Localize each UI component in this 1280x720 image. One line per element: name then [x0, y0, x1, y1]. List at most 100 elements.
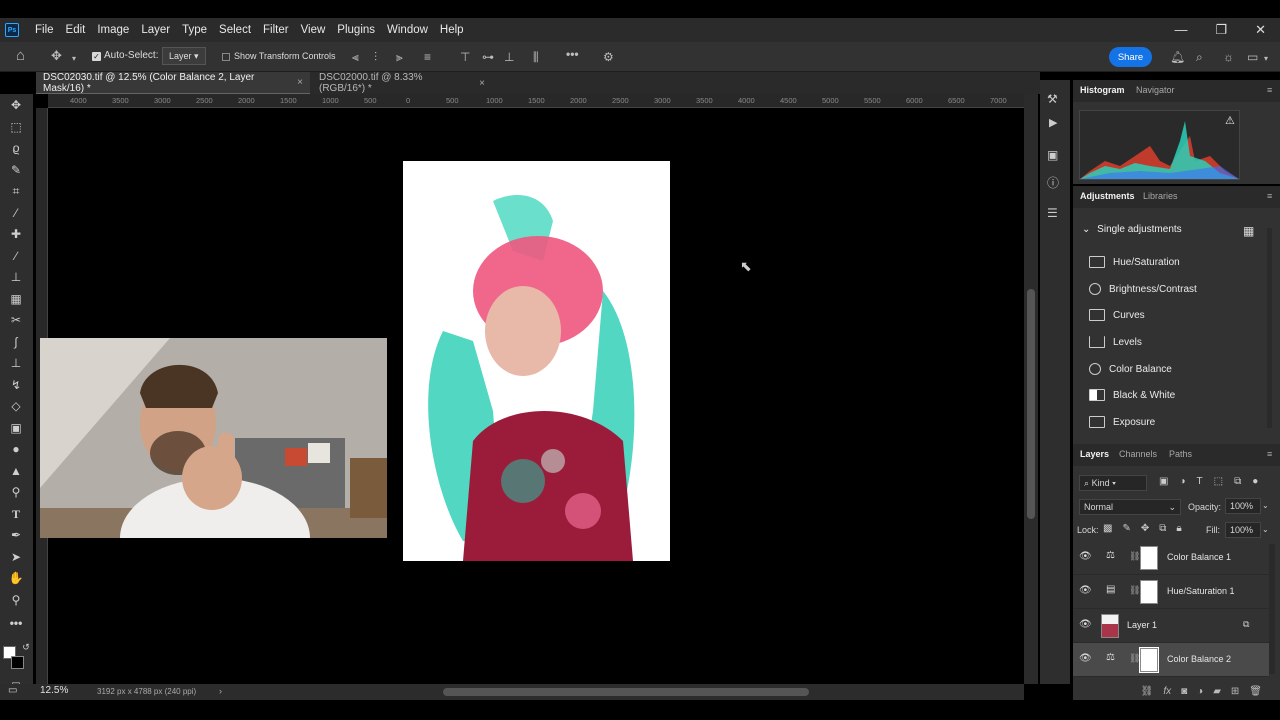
tab-layers[interactable]: Layers	[1080, 449, 1109, 459]
tab-libraries[interactable]: Libraries	[1143, 191, 1178, 201]
adj-brightness-contrast[interactable]: Brightness/Contrast	[1089, 279, 1197, 299]
history-icon[interactable]: ⚒	[1047, 92, 1058, 106]
auto-select-target-dropdown[interactable]: Layer ▾	[162, 47, 206, 65]
remove-tool-icon[interactable]: ✂	[7, 311, 25, 329]
hand-tool-icon[interactable]: ✋	[7, 569, 25, 587]
visibility-eye-icon[interactable]: 👁︎	[1079, 551, 1092, 563]
menu-file[interactable]: File	[29, 24, 60, 36]
actions-play-icon[interactable]: ▶	[1049, 116, 1057, 129]
home-icon[interactable]: ⌂	[16, 47, 25, 64]
new-group-icon[interactable]: ▰	[1213, 686, 1221, 697]
layer-row[interactable]: 👁︎ ⚖ ⛓ Color Balance 2	[1073, 643, 1269, 677]
quick-select-tool-icon[interactable]: ✎	[7, 161, 25, 179]
tab-navigator[interactable]: Navigator	[1136, 85, 1175, 95]
warning-icon[interactable]: ⚠	[1225, 114, 1235, 127]
scroll-thumb[interactable]	[1027, 289, 1035, 519]
type-tool-icon[interactable]: T	[7, 505, 25, 523]
new-layer-icon[interactable]: ⊞	[1231, 686, 1239, 697]
grid-view-icon[interactable]: ▦	[1243, 224, 1254, 238]
tab-histogram[interactable]: Histogram	[1080, 85, 1125, 95]
vertical-scrollbar[interactable]	[1024, 94, 1038, 684]
lock-position-icon[interactable]: ✥	[1141, 523, 1149, 534]
link-layers-icon[interactable]: ⛓	[1141, 686, 1154, 697]
notifications-bell-icon[interactable]: 🔔︎	[1170, 50, 1185, 64]
workspace-chevron-icon[interactable]: ▾	[1264, 54, 1268, 63]
new-adjustment-icon[interactable]: ◑	[1197, 686, 1203, 697]
tab-channels[interactable]: Channels	[1119, 449, 1157, 459]
spot-healing-tool-icon[interactable]: ✚	[7, 225, 25, 243]
document-image[interactable]	[403, 161, 670, 561]
layer-row[interactable]: 👁︎ Layer 1 ⧉	[1073, 609, 1269, 643]
link-chain-icon[interactable]: ⛓	[1129, 653, 1140, 664]
fill-chevron-icon[interactable]: ⌄	[1262, 525, 1269, 534]
marquee-tool-icon[interactable]: ⬚	[7, 118, 25, 136]
horizontal-scrollbar[interactable]	[443, 688, 809, 696]
single-adjustments-header[interactable]: ⌄ Single adjustments	[1082, 224, 1182, 235]
link-chain-icon[interactable]: ⛓	[1129, 551, 1140, 562]
filter-type-icon[interactable]: T	[1197, 476, 1203, 487]
restore-button[interactable]: ❐	[1215, 22, 1227, 38]
more-options-icon[interactable]: •••	[566, 47, 579, 61]
status-arrow-icon[interactable]: ›	[219, 686, 222, 696]
auto-select-checkbox[interactable]: ✓	[92, 52, 101, 61]
align-right-icon[interactable]: ⫸	[396, 50, 403, 65]
align-center-icon[interactable]: ⫶	[374, 50, 377, 65]
history-brush-tool-icon[interactable]: ∫	[7, 333, 25, 351]
search-icon[interactable]: ⌕	[1196, 50, 1203, 65]
layer-name[interactable]: Layer 1	[1127, 620, 1157, 630]
dodge-tool-icon[interactable]: ⚲	[7, 483, 25, 501]
lasso-tool-icon[interactable]: ϱ	[7, 139, 25, 157]
zoom-level[interactable]: 12.5%	[40, 685, 68, 696]
eyedropper-tool-icon[interactable]: ⁄	[7, 204, 25, 222]
edit-toolbar-icon[interactable]: •••	[7, 614, 25, 632]
adj-exposure[interactable]: Exposure	[1089, 412, 1155, 432]
visibility-eye-icon[interactable]: 👁︎	[1079, 619, 1092, 631]
show-transform-checkbox[interactable]	[222, 53, 230, 61]
move-tool-icon[interactable]: ✥	[7, 96, 25, 114]
info-icon[interactable]: ⓘ	[1047, 174, 1059, 191]
brush-tool-icon[interactable]: ∕	[7, 247, 25, 265]
eraser-tool-icon[interactable]: ◇	[7, 397, 25, 415]
menu-select[interactable]: Select	[213, 24, 257, 36]
clone-stamp-tool-icon[interactable]: ⊥	[7, 268, 25, 286]
tab-paths[interactable]: Paths	[1169, 449, 1192, 459]
filter-pixel-icon[interactable]: ▣	[1159, 476, 1168, 487]
lock-transparent-icon[interactable]: ▩	[1103, 523, 1112, 534]
menu-plugins[interactable]: Plugins	[331, 24, 381, 36]
visibility-eye-icon[interactable]: 👁︎	[1079, 653, 1092, 665]
filter-smart-object-icon[interactable]: ⧉	[1234, 476, 1241, 487]
stamp-tool-icon[interactable]: ⊥	[7, 354, 25, 372]
screen-mode-icon[interactable]: ▭	[8, 685, 17, 696]
opacity-chevron-icon[interactable]: ⌄	[1262, 501, 1269, 510]
blur-tool-icon[interactable]: ●	[7, 440, 25, 458]
layer-name[interactable]: Color Balance 2	[1167, 654, 1231, 664]
visibility-eye-icon[interactable]: 👁︎	[1079, 585, 1092, 597]
close-tab-icon[interactable]: ×	[479, 78, 485, 89]
pattern-tool-icon[interactable]: ▦	[7, 290, 25, 308]
menu-filter[interactable]: Filter	[257, 24, 295, 36]
menu-edit[interactable]: Edit	[60, 24, 92, 36]
distribute-icon[interactable]: ≡	[424, 50, 431, 64]
layer-mask-thumbnail[interactable]	[1140, 546, 1158, 570]
align-top-icon[interactable]: ⊤	[460, 50, 470, 64]
delete-layer-icon[interactable]: 🗑︎	[1249, 686, 1262, 697]
distribute-vertical-icon[interactable]: ⫼	[533, 50, 539, 65]
tool-preset-chevron-icon[interactable]: ▾	[72, 54, 76, 63]
path-selection-tool-icon[interactable]: ➤	[7, 548, 25, 566]
sharpen-tool-icon[interactable]: ▲	[7, 462, 25, 480]
tab-adjustments[interactable]: Adjustments	[1080, 191, 1135, 201]
background-color-swatch[interactable]	[11, 656, 24, 669]
minimize-button[interactable]: —	[1174, 22, 1187, 38]
close-tab-icon[interactable]: ×	[297, 77, 303, 88]
menu-type[interactable]: Type	[176, 24, 213, 36]
tab-dsc02030[interactable]: DSC02030.tif @ 12.5% (Color Balance 2, L…	[36, 72, 310, 94]
zoom-tool-icon[interactable]: ⚲	[7, 591, 25, 609]
panel-menu-icon[interactable]: ≡	[1267, 191, 1272, 201]
adj-curves[interactable]: Curves	[1089, 305, 1145, 325]
layer-row[interactable]: 👁︎ ▤ ⛓ Hue/Saturation 1	[1073, 575, 1269, 609]
pen-tool-icon[interactable]: ✒	[7, 526, 25, 544]
move-tool-icon[interactable]: ✥	[51, 48, 62, 64]
workspace-icon[interactable]: ▭	[1247, 50, 1258, 64]
menu-view[interactable]: View	[295, 24, 332, 36]
fx-icon[interactable]: fx	[1163, 686, 1171, 697]
